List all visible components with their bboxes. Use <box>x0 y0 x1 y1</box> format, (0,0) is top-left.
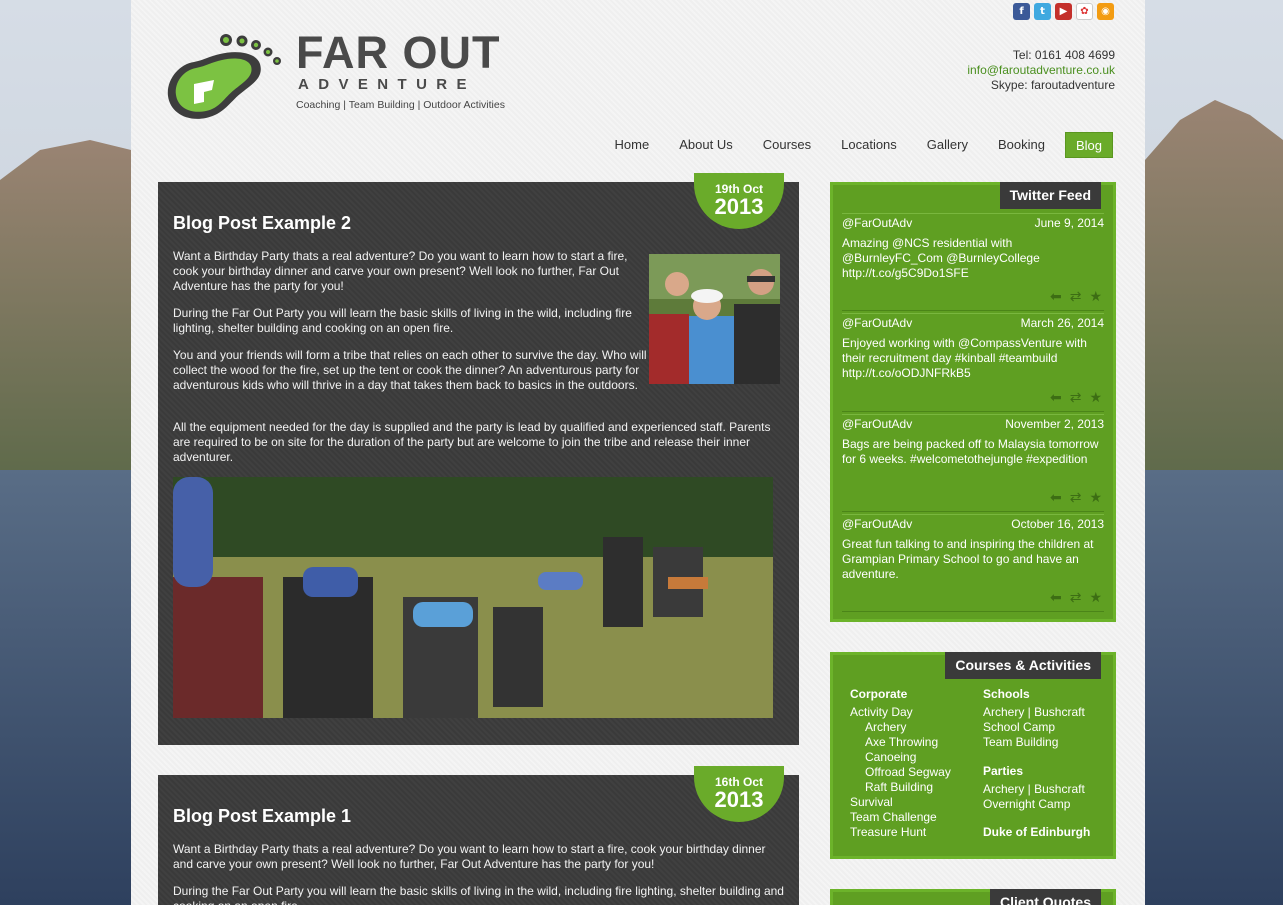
blog-post: 16th Oct 2013 Blog Post Example 1 Want a… <box>158 766 799 905</box>
course-link[interactable]: Canoeing <box>850 750 980 765</box>
tweet-user[interactable]: @FarOutAdv <box>842 216 912 231</box>
tweet-date: November 2, 2013 <box>1005 417 1104 431</box>
parties-heading: Parties <box>983 764 1024 778</box>
course-link[interactable]: Archery <box>850 720 980 735</box>
footprint-logo-icon[interactable] <box>164 32 288 124</box>
tweet-text: Amazing @NCS residential with @BurnleyFC… <box>842 236 1040 280</box>
schools-heading: Schools <box>983 687 1030 701</box>
course-link[interactable]: Raft Building <box>850 780 980 795</box>
doe-link[interactable]: Duke of Edinburgh <box>983 825 1108 840</box>
favorite-icon[interactable]: ★ <box>1089 390 1102 405</box>
brand-tagline: Coaching | Team Building | Outdoor Activ… <box>296 99 505 111</box>
retweet-icon[interactable]: ⇄ <box>1070 490 1082 505</box>
nav-gallery[interactable]: Gallery <box>912 132 983 158</box>
corporate-heading: Corporate <box>850 687 908 701</box>
picasa-icon[interactable]: ✿ <box>1076 3 1093 20</box>
retweet-icon[interactable]: ⇄ <box>1070 390 1082 405</box>
brand-name[interactable]: FAR OUT <box>296 30 501 75</box>
course-link[interactable]: Survival <box>850 795 980 810</box>
reply-icon[interactable]: ⬅ <box>1050 390 1062 405</box>
social-links: f t ▶ ✿ ◉ <box>1013 3 1114 20</box>
nav-blog[interactable]: Blog <box>1064 132 1113 158</box>
post-date-badge: 19th Oct 2013 <box>694 173 784 229</box>
tweet-text: Bags are being packed off to Malaysia to… <box>842 437 1099 466</box>
contact-skype: Skype: faroutadventure <box>990 78 1115 92</box>
tweet-user[interactable]: @FarOutAdv <box>842 417 912 432</box>
nav-booking[interactable]: Booking <box>983 132 1060 158</box>
reply-icon[interactable]: ⬅ <box>1050 590 1062 605</box>
nav-about[interactable]: About Us <box>664 132 747 158</box>
tweet-text: Great fun talking to and inspiring the c… <box>842 537 1094 581</box>
widget-title: Courses & Activities <box>945 652 1101 679</box>
nav-home[interactable]: Home <box>600 132 665 158</box>
post-paragraph: All the equipment needed for the day is … <box>173 420 771 464</box>
rss-icon[interactable]: ◉ <box>1097 3 1114 20</box>
contact-info: Tel: 0161 408 4699 info@faroutadventure.… <box>967 48 1115 93</box>
course-link[interactable]: Archery | Bushcraft <box>983 782 1108 797</box>
youtube-icon[interactable]: ▶ <box>1055 3 1072 20</box>
post-paragraph: During the Far Out Party you will learn … <box>173 884 784 905</box>
post-year: 2013 <box>714 194 764 219</box>
reply-icon[interactable]: ⬅ <box>1050 490 1062 505</box>
post-date-badge: 16th Oct 2013 <box>694 766 784 822</box>
retweet-icon[interactable]: ⇄ <box>1070 590 1082 605</box>
post-paragraph: Want a Birthday Party thats a real adven… <box>173 842 766 871</box>
course-link[interactable]: Activity Day <box>850 705 980 720</box>
courses-widget: Courses & Activities Corporate Activity … <box>830 652 1116 859</box>
contact-tel: Tel: 0161 408 4699 <box>1012 48 1115 62</box>
blog-post: 19th Oct 2013 Blog Post Example 2 Want a… <box>158 173 799 745</box>
facebook-icon[interactable]: f <box>1013 3 1030 20</box>
contact-email-link[interactable]: info@faroutadventure.co.uk <box>967 63 1115 78</box>
post-title[interactable]: Blog Post Example 2 <box>173 213 351 234</box>
course-link[interactable]: Team Building <box>983 735 1108 750</box>
tweet-item: @FarOutAdv October 16, 2013 Great fun tal… <box>842 514 1104 612</box>
twitter-icon[interactable]: t <box>1034 3 1051 20</box>
nav-locations[interactable]: Locations <box>826 132 912 158</box>
favorite-icon[interactable]: ★ <box>1089 590 1102 605</box>
tweet-user[interactable]: @FarOutAdv <box>842 316 912 331</box>
main-nav: Home About Us Courses Locations Gallery … <box>600 132 1113 158</box>
course-link[interactable]: Axe Throwing <box>850 735 980 750</box>
schools-column: Schools Archery | Bushcraft School Camp … <box>983 687 1108 840</box>
post-year: 2013 <box>714 787 764 812</box>
course-link[interactable]: Offroad Segway <box>850 765 980 780</box>
post-title[interactable]: Blog Post Example 1 <box>173 806 351 827</box>
widget-title: Twitter Feed <box>999 182 1101 209</box>
tweet-item: @FarOutAdv June 9, 2014 Amazing @NCS resi… <box>842 213 1104 311</box>
client-quotes-widget: Client Quotes <box>830 889 1116 905</box>
course-link[interactable]: Overnight Camp <box>983 797 1108 812</box>
course-link[interactable]: Team Challenge <box>850 810 980 825</box>
course-link[interactable]: School Camp <box>983 720 1108 735</box>
post-paragraph: You and your friends will form a tribe t… <box>173 348 647 392</box>
course-link[interactable]: Archery | Bushcraft <box>983 705 1108 720</box>
tweet-text: Enjoyed working with @CompassVenture wit… <box>842 336 1087 380</box>
nav-courses[interactable]: Courses <box>748 132 826 158</box>
tweet-date: June 9, 2014 <box>1034 216 1104 230</box>
reply-icon[interactable]: ⬅ <box>1050 289 1062 304</box>
tweet-item: @FarOutAdv November 2, 2013 Bags are bein… <box>842 414 1104 512</box>
tweet-date: October 16, 2013 <box>1011 517 1104 531</box>
tweet-user[interactable]: @FarOutAdv <box>842 517 912 532</box>
favorite-icon[interactable]: ★ <box>1089 490 1102 505</box>
post-paragraph: Want a Birthday Party thats a real adven… <box>173 249 628 293</box>
page-container: f t ▶ ✿ ◉ FAR OUT ADVENTURE Coaching | T… <box>131 0 1145 905</box>
post-paragraph: During the Far Out Party you will learn … <box>173 306 632 335</box>
widget-title: Client Quotes <box>989 889 1101 905</box>
tweet-date: March 26, 2014 <box>1020 316 1104 330</box>
favorite-icon[interactable]: ★ <box>1089 289 1102 304</box>
course-link[interactable]: Treasure Hunt <box>850 825 980 840</box>
twitter-feed-widget: Twitter Feed @FarOutAdv June 9, 2014 Amaz… <box>830 182 1116 622</box>
brand-subname[interactable]: ADVENTURE <box>298 76 476 93</box>
post-thumbnail-image[interactable] <box>649 254 780 384</box>
post-main-image[interactable] <box>173 477 773 718</box>
retweet-icon[interactable]: ⇄ <box>1070 289 1082 304</box>
tweet-item: @FarOutAdv March 26, 2014 Enjoyed working… <box>842 313 1104 412</box>
corporate-column: Corporate Activity Day Archery Axe Throw… <box>850 687 980 840</box>
